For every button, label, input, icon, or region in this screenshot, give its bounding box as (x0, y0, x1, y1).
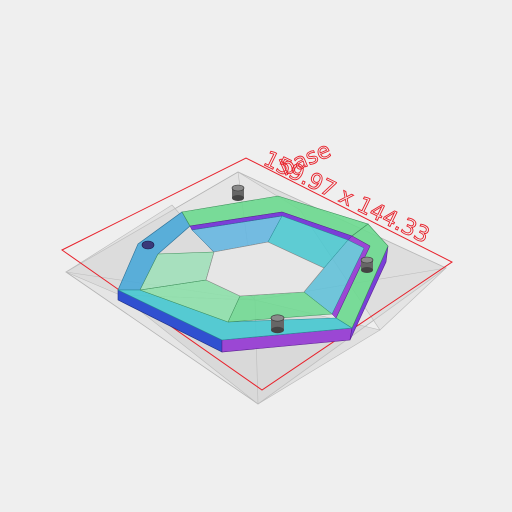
hole-left (141, 240, 155, 250)
pin-bottom (270, 314, 285, 334)
cad-viewport[interactable]: base 159.97 x 144.33 (0, 0, 512, 512)
pin-top (231, 184, 245, 201)
pin-right (360, 256, 374, 273)
